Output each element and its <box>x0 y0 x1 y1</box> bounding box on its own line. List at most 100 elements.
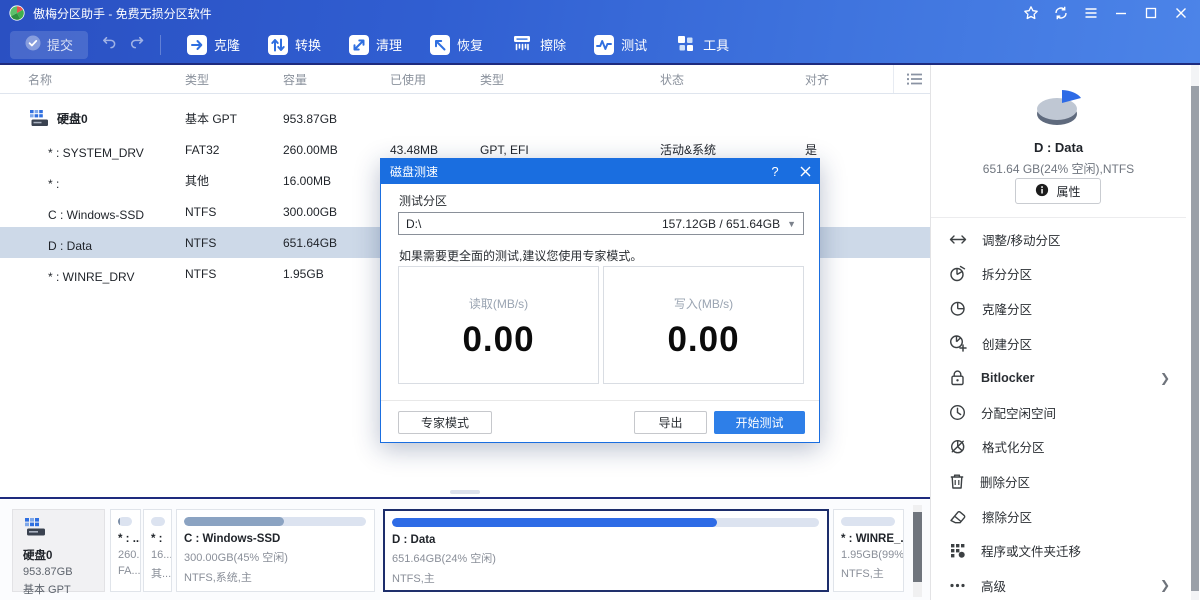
column-header[interactable]: 类型 <box>480 71 660 88</box>
titlebar[interactable]: 傲梅分区助手 - 免费无损分区软件 <box>0 0 1200 26</box>
partition-select-value: D:\ <box>406 217 421 231</box>
column-header[interactable]: 状态 <box>660 71 805 88</box>
toolbar-button-label: 工具 <box>703 35 729 54</box>
partition-capacity: 16.... <box>151 549 171 561</box>
sidebar-item-lock[interactable]: Bitlocker❯ <box>931 360 1186 395</box>
sidebar-item-trash[interactable]: 删除分区 <box>931 464 1186 499</box>
history-buttons <box>102 35 146 55</box>
dialog-title: 磁盘测速 <box>390 163 438 180</box>
create-partition-icon <box>949 334 967 352</box>
row-name: * : <box>28 170 185 191</box>
column-header[interactable]: 类型 <box>185 71 283 88</box>
sidebar-scrollbar-thumb[interactable] <box>1191 86 1199 591</box>
sidebar-item-resize-move[interactable]: 调整/移动分区 <box>931 222 1186 257</box>
submit-button[interactable]: 提交 <box>10 31 88 59</box>
row-cell: 其他 <box>185 172 283 189</box>
start-test-button[interactable]: 开始测试 <box>714 411 805 434</box>
sidebar-item-label: 分配空闲空间 <box>981 403 1056 422</box>
sidebar-item-label: 删除分区 <box>980 472 1030 491</box>
column-header[interactable]: 对齐 <box>805 71 893 88</box>
sidebar-item-allocate-space[interactable]: 分配空闲空间 <box>931 395 1186 430</box>
format-partition-icon <box>949 438 967 455</box>
sidebar-item-create-partition[interactable]: 创建分区 <box>931 326 1186 361</box>
row-cell: 651.64GB <box>283 236 390 250</box>
resize-move-icon <box>949 231 967 248</box>
expert-mode-button[interactable]: 专家模式 <box>398 411 492 434</box>
sidebar-item-split-partition[interactable]: 拆分分区 <box>931 257 1186 292</box>
diskmap-partition[interactable]: * : 16.... 其... <box>143 509 172 592</box>
toolbar-button-tools[interactable]: 工具 <box>661 30 743 60</box>
partition-capacity: 1.95GB(99%... <box>841 549 903 561</box>
app-window: 傲梅分区助手 - 免费无损分区软件 提交 克隆转换清理恢复擦除测试工具 名称类型… <box>0 0 1200 600</box>
dialog-titlebar[interactable]: 磁盘测速 ? <box>380 158 820 184</box>
export-button[interactable]: 导出 <box>634 411 707 434</box>
sidebar-partition-info: 651.64 GB(24% 空闲),NTFS <box>931 160 1186 177</box>
column-header[interactable]: 已使用 <box>390 71 480 88</box>
partition-filesystem: NTFS,主 <box>841 565 903 581</box>
chevron-right-icon: ❯ <box>1160 371 1186 385</box>
sidebar-partition-name: D : Data <box>931 140 1186 155</box>
partition-filesystem: NTFS,系统,主 <box>184 569 374 585</box>
diskmap-partition[interactable]: * : ...260...FA... <box>110 509 141 592</box>
sidebar-item-label: 擦除分区 <box>982 507 1032 526</box>
sidebar-item-label: 调整/移动分区 <box>982 230 1060 249</box>
undo-icon[interactable] <box>102 35 119 55</box>
sidebar-item-eraser[interactable]: 擦除分区 <box>931 499 1186 534</box>
row-name: * : WINRE_DRV <box>28 263 185 284</box>
row-cell: GPT, EFI <box>480 143 660 157</box>
submit-label: 提交 <box>47 35 73 54</box>
sidebar-item-more[interactable]: 高级❯ <box>931 568 1186 603</box>
sidebar-item-format-partition[interactable]: 格式化分区 <box>931 430 1186 465</box>
row-cell: 1.95GB <box>283 267 390 281</box>
sidebar-item-label: 拆分分区 <box>982 264 1032 283</box>
toolbar-button-erase[interactable]: 擦除 <box>497 30 580 60</box>
check-circle-icon <box>25 35 41 54</box>
star-icon[interactable] <box>1016 0 1046 26</box>
row-cell: NTFS <box>185 267 283 281</box>
usage-bar <box>184 517 366 526</box>
row-cell: 16.00MB <box>283 174 390 188</box>
tools-icon <box>675 33 696 57</box>
partition-usage: 157.12GB / 651.64GB <box>662 217 780 231</box>
column-header[interactable]: 容量 <box>283 71 390 88</box>
toolbar-button-clean[interactable]: 清理 <box>335 30 416 60</box>
partition-name: * : <box>151 533 171 545</box>
dialog-close-icon[interactable] <box>790 158 820 184</box>
dialog-help-button[interactable]: ? <box>760 158 790 184</box>
disk-speed-dialog: 磁盘测速 ? 测试分区 D:\ 157.12GB / 651.64GB ▼ 如果… <box>380 158 820 443</box>
row-name: D : Data <box>28 232 185 253</box>
diskmap-partition[interactable]: * : WINRE_...1.95GB(99%...NTFS,主 <box>833 509 904 592</box>
properties-button[interactable]: 属性 <box>1015 178 1101 204</box>
close-icon[interactable] <box>1166 0 1196 26</box>
disk-icon <box>28 110 50 128</box>
sync-icon[interactable] <box>1046 0 1076 26</box>
maximize-icon[interactable] <box>1136 0 1166 26</box>
partition-filesystem: 其... <box>151 565 171 581</box>
usage-bar <box>841 517 895 526</box>
toolbar-button-test[interactable]: 测试 <box>580 30 661 60</box>
table-header[interactable]: 名称类型容量已使用类型状态对齐 <box>0 65 930 94</box>
diskmap-scrollbar-thumb[interactable] <box>913 512 922 582</box>
menu-icon[interactable] <box>1076 0 1106 26</box>
sidebar-item-migrate[interactable]: 程序或文件夹迁移 <box>931 533 1186 568</box>
partition-filesystem: FA... <box>118 565 140 577</box>
toolbar-button-convert[interactable]: 转换 <box>254 30 335 60</box>
disk-info-block[interactable]: 硬盘0 953.87GB 基本 GPT <box>12 509 105 592</box>
toolbar-button-clone[interactable]: 克隆 <box>173 30 254 60</box>
table-row[interactable]: 硬盘0基本 GPT953.87GB <box>0 103 930 134</box>
clone-partition-icon <box>949 300 967 317</box>
row-cell: 260.00MB <box>283 143 390 157</box>
diskmap-partition[interactable]: D : Data651.64GB(24% 空闲)NTFS,主 <box>383 509 829 592</box>
partition-select[interactable]: D:\ 157.12GB / 651.64GB ▼ <box>398 212 804 235</box>
redo-icon[interactable] <box>129 35 146 55</box>
allocate-space-icon <box>949 404 966 421</box>
panel-resize-handle[interactable] <box>450 490 480 494</box>
clone-icon <box>187 35 207 55</box>
test-partition-label: 测试分区 <box>399 192 447 209</box>
minimize-icon[interactable] <box>1106 0 1136 26</box>
column-header[interactable]: 名称 <box>28 71 185 88</box>
diskmap-partition[interactable]: C : Windows-SSD300.00GB(45% 空闲)NTFS,系统,主 <box>176 509 375 592</box>
disk-map: 硬盘0 953.87GB 基本 GPT * : ...260...FA...* … <box>0 500 930 600</box>
sidebar-item-clone-partition[interactable]: 克隆分区 <box>931 291 1186 326</box>
toolbar-button-recover[interactable]: 恢复 <box>416 30 497 60</box>
